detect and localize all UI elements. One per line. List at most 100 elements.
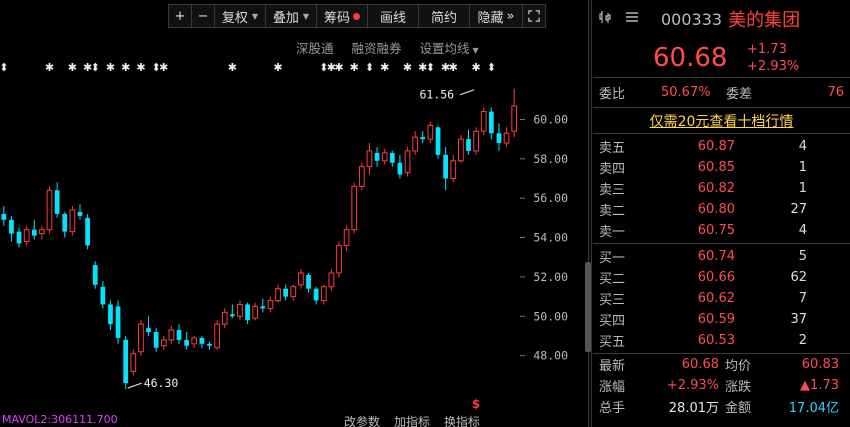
event-marker-icon: ✱ — [273, 61, 282, 74]
yincang-button[interactable]: 隐藏» — [469, 4, 523, 28]
chart-toolbar: + − 复权 ▼ 叠加 ▼ 筹码 画线 简约 隐藏» — [168, 4, 546, 28]
bid-row: 买二 60.66 62 — [593, 267, 850, 288]
candle-body — [153, 332, 159, 348]
ask-row: 卖五 60.87 4 — [593, 136, 850, 157]
candle-body — [199, 337, 205, 344]
candle-body — [245, 304, 250, 321]
current-price: 60.68 — [653, 42, 728, 73]
candle-body — [229, 314, 235, 317]
shengutong-link[interactable]: 深股通 — [296, 38, 334, 57]
quote-stats: 最新 60.68 均价 60.83 涨幅 +2.93% 涨跌 ▲1.73 总手 … — [593, 354, 850, 417]
candle-body — [320, 286, 327, 302]
bid-price: 60.66 — [697, 270, 735, 285]
weibi-label: 委比 — [599, 87, 626, 102]
candle-body — [397, 162, 403, 175]
candle-body — [336, 244, 342, 274]
total-volume-label: 总手 — [599, 401, 626, 416]
edit-params-link[interactable]: 改参数 — [344, 413, 380, 427]
change-indicator-link[interactable]: 换指标 — [444, 413, 480, 427]
candle-body — [207, 343, 212, 346]
candle-body — [130, 353, 137, 372]
weicha-value: 76 — [827, 85, 844, 100]
candle-body — [427, 124, 434, 140]
event-marker-icon: ✱ — [350, 61, 359, 74]
bid-price: 60.59 — [697, 312, 735, 327]
ask-price: 60.87 — [697, 139, 735, 154]
zoom-out-button[interactable]: − — [191, 4, 215, 28]
fuquan-dropdown[interactable]: 复权 ▼ — [214, 4, 266, 28]
candle-body — [358, 166, 365, 187]
latest-value: 60.68 — [681, 357, 719, 372]
quote-panel: 000333 美的集团 60.68 +1.73 +2.93% 委比 50.67%… — [593, 0, 850, 427]
candle-body — [283, 288, 289, 297]
bid-label: 买五 — [599, 335, 626, 350]
diejia-dropdown[interactable]: 叠加 ▼ — [265, 4, 317, 28]
stats-row: 最新 60.68 均价 60.83 — [593, 354, 850, 375]
chevron-down-icon: ▼ — [472, 46, 479, 55]
panel-divider[interactable] — [588, 0, 592, 427]
event-marker-icon: ✱ — [45, 61, 54, 74]
bid-volume: 5 — [798, 249, 807, 264]
candle-body — [23, 229, 30, 242]
candle-body — [260, 306, 266, 309]
y-tick-label: 60.00 — [533, 112, 568, 126]
event-marker-icon: ⬍ — [426, 61, 435, 74]
candle-body — [237, 303, 243, 317]
candle-body — [298, 272, 304, 286]
candle-body — [480, 111, 487, 132]
candle-body — [328, 272, 335, 288]
event-marker-icon: ✱ — [121, 61, 130, 74]
bid-label: 买二 — [599, 272, 626, 287]
bid-book: 买一 60.74 5 买二 60.66 62 买三 60.62 7 买四 60.59 37 买五… — [593, 244, 850, 354]
candle-body — [108, 304, 113, 325]
bid-volume: 37 — [790, 312, 807, 327]
candle-body — [503, 132, 510, 144]
y-tick-label: 56.00 — [533, 191, 568, 205]
jianyue-button[interactable]: 简约 — [418, 4, 470, 28]
ask-volume: 1 — [798, 160, 807, 175]
avg-price-label: 均价 — [725, 359, 752, 374]
chart-icon[interactable] — [599, 10, 625, 28]
rongzi-link[interactable]: 融资融券 — [352, 38, 402, 57]
event-marker-icon: ✱ — [228, 61, 237, 74]
annotation-arrow — [459, 89, 475, 96]
bid-price: 60.53 — [697, 333, 735, 348]
level2-promo-link[interactable]: 仅需20元查看十档行情 — [593, 108, 850, 134]
ask-row: 卖三 60.82 1 — [593, 178, 850, 199]
candle-body — [306, 274, 311, 289]
add-indicator-link[interactable]: 加指标 — [394, 413, 430, 427]
bid-label: 买三 — [599, 293, 626, 308]
candle-body — [366, 150, 373, 168]
chouma-button[interactable]: 筹码 — [316, 4, 368, 28]
zoom-in-button[interactable]: + — [168, 4, 192, 28]
candle-body — [351, 185, 358, 231]
price-row: 60.68 +1.73 +2.93% — [593, 38, 850, 78]
candle-body — [138, 323, 144, 353]
event-marker-icon: ✱ — [334, 61, 343, 74]
ask-label: 卖四 — [599, 162, 626, 177]
candle-body — [168, 329, 175, 341]
scrollbar-handle[interactable] — [585, 262, 591, 352]
quote-header: 000333 美的集团 — [593, 0, 850, 38]
price-change-pct: +2.93% — [747, 58, 800, 74]
expand-icon[interactable] — [522, 4, 546, 28]
candle-body — [458, 138, 464, 162]
expand-icon — [528, 10, 540, 22]
high-price-annotation: 61.56 — [419, 88, 454, 102]
ask-label: 卖二 — [599, 204, 626, 219]
bid-row: 买五 60.53 2 — [593, 330, 850, 351]
kline-chart-panel[interactable]: 60.00 58.00 56.00 54.00 52.00 50.00 48.00 ⬍ ✱ ✱ ✱ ⬍… — [0, 0, 590, 427]
bid-row: 买四 60.59 37 — [593, 309, 850, 330]
ask-price: 60.75 — [697, 223, 735, 238]
weibi-value: 50.67% — [661, 85, 711, 100]
change-pct-value: +2.93% — [666, 378, 719, 393]
list-icon[interactable] — [625, 10, 651, 28]
candle-body — [473, 130, 479, 152]
set-ma-dropdown[interactable]: 设置均线 ▼ — [420, 38, 479, 57]
candle-body — [412, 136, 419, 152]
bid-label: 买一 — [599, 251, 626, 266]
kline-chart[interactable]: 60.00 58.00 56.00 54.00 52.00 50.00 48.00 ⬍ ✱ ✱ ✱ ⬍… — [0, 0, 588, 415]
amount-value: 17.04亿 — [788, 401, 839, 416]
event-marker-icon: ⬍ — [487, 61, 496, 74]
huaxian-button[interactable]: 画线 — [367, 4, 419, 28]
